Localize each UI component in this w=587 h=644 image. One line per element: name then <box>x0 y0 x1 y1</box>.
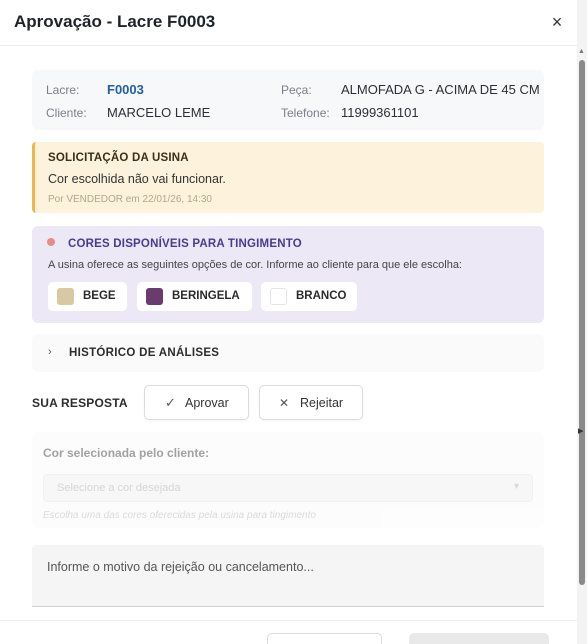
selection-help: Escolha uma das cores oferecidas pela us… <box>43 510 316 521</box>
reason-textarea[interactable]: Informe o motivo da rejeição ou cancelam… <box>32 545 544 607</box>
reject-button[interactable]: ✕ Rejeitar <box>259 385 363 420</box>
scrollbar-thumb[interactable] <box>579 60 585 585</box>
alert-meta: Por VENDEDOR em 22/01/26, 14:30 <box>48 194 212 205</box>
approve-button[interactable]: ✓ Aprovar <box>144 385 249 420</box>
modal-header: Aprovação - Lacre F0003 × <box>0 0 577 46</box>
color-chip-beringela: BERINGELA <box>137 282 252 311</box>
chevron-right-icon: › <box>48 346 52 358</box>
mill-request-alert: SOLICITAÇÃO DA USINA Cor escolhida não v… <box>32 142 544 213</box>
scroll-up-icon[interactable]: ▲ <box>578 48 585 55</box>
color-swatch <box>270 288 287 305</box>
color-select[interactable]: Selecione a cor desejada ▾ <box>43 474 533 502</box>
response-label: SUA RESPOSTA <box>32 396 128 410</box>
palette-icon <box>47 238 55 246</box>
colors-instructions: A usina oferece as seguintes opções de c… <box>48 259 462 271</box>
close-x-icon: ✕ <box>279 396 290 410</box>
color-chip-branco: BRANCO <box>261 282 357 311</box>
select-value: Selecione a cor desejada <box>57 482 181 494</box>
chevron-down-icon: ▾ <box>514 481 520 492</box>
modal-footer <box>0 620 577 644</box>
selection-label: Cor selecionada pelo cliente: <box>43 446 210 460</box>
reject-label: Rejeitar <box>300 396 344 410</box>
lacre-label: Lacre: <box>46 83 80 97</box>
seal-info-card: Lacre: F0003 Cliente: MARCELO LEME Peça:… <box>32 70 544 130</box>
cancel-button[interactable] <box>267 633 382 644</box>
color-chip-bege: BEGE <box>48 282 127 311</box>
mouse-cursor-icon: ▸ <box>578 425 584 437</box>
confirm-button[interactable] <box>409 633 549 644</box>
color-swatch <box>146 288 163 305</box>
approval-modal: Aprovação - Lacre F0003 × Lacre: F0003 C… <box>0 0 577 644</box>
reason-placeholder: Informe o motivo da rejeição ou cancelam… <box>47 560 314 574</box>
cliente-value: MARCELO LEME <box>107 105 211 120</box>
modal-title: Aprovação - Lacre F0003 <box>14 12 216 31</box>
telefone-value: 11999361101 <box>341 105 419 120</box>
history-label: HISTÓRICO DE ANÁLISES <box>69 347 220 359</box>
color-chip-label: BERINGELA <box>172 290 240 302</box>
approve-label: Aprovar <box>185 396 229 410</box>
color-swatch <box>57 288 74 305</box>
colors-title: CORES DISPONÍVEIS PARA TINGIMENTO <box>68 238 302 250</box>
color-chip-label: BRANCO <box>296 290 347 302</box>
close-icon[interactable]: × <box>549 13 565 31</box>
telefone-label: Telefone: <box>281 106 330 120</box>
client-color-selection: Cor selecionada pelo cliente: Selecione … <box>32 432 544 528</box>
check-icon: ✓ <box>165 395 176 410</box>
alert-title: SOLICITAÇÃO DA USINA <box>48 152 189 164</box>
peca-value: ALMOFADA G - ACIMA DE 45 CM <box>341 82 540 97</box>
lacre-value-link[interactable]: F0003 <box>107 82 144 97</box>
history-accordion[interactable]: › HISTÓRICO DE ANÁLISES <box>32 334 544 372</box>
color-chip-label: BEGE <box>83 290 116 302</box>
alert-text: Cor escolhida não vai funcionar. <box>48 172 226 186</box>
cliente-label: Cliente: <box>46 106 87 120</box>
peca-label: Peça: <box>281 83 312 97</box>
available-colors-panel: CORES DISPONÍVEIS PARA TINGIMENTO A usin… <box>32 226 544 323</box>
